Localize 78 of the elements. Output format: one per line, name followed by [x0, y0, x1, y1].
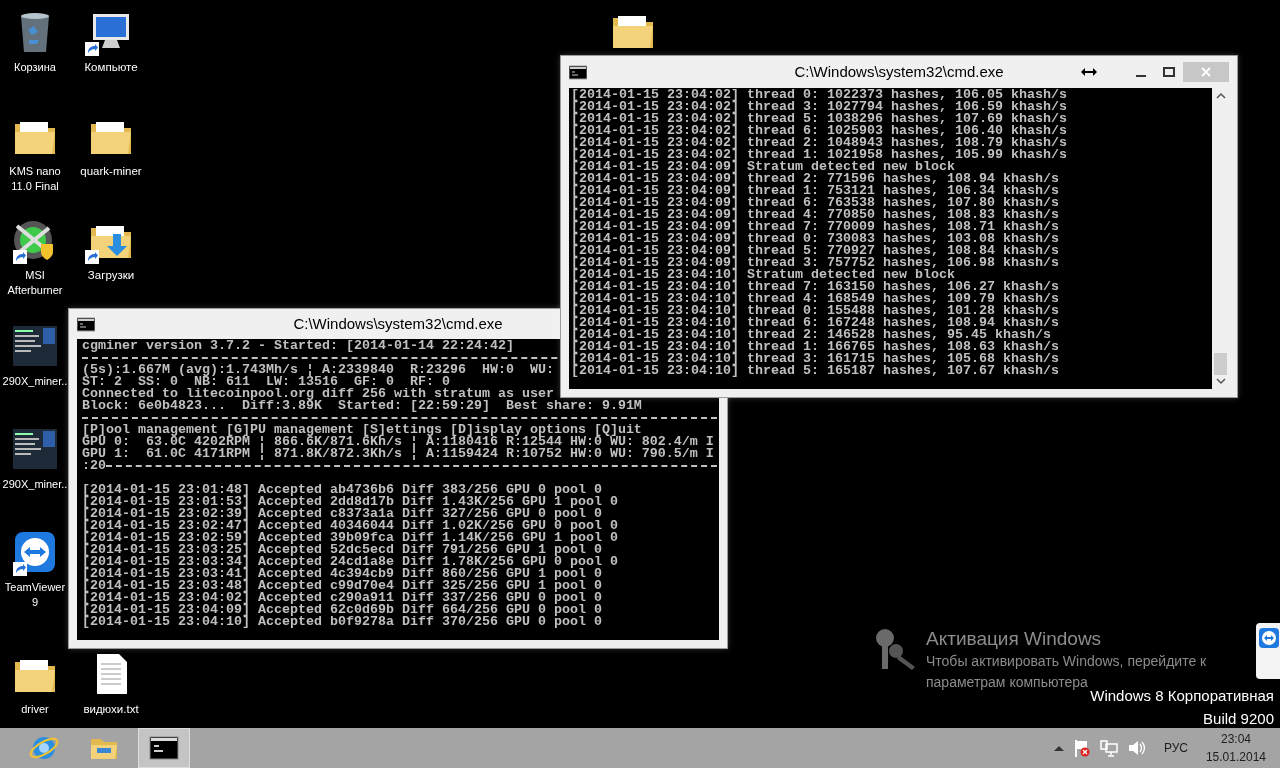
- edition-text: Build 9200: [1203, 709, 1274, 729]
- scroll-up-icon[interactable]: [1215, 92, 1226, 100]
- window-title: C:\Windows\system32\cmd.exe: [794, 62, 1004, 80]
- console-line: [2014-01-15 23:01:48] Accepted ab4736b6 Diff 383/256 GPU 0 pool 0: [82, 484, 602, 496]
- show-hidden-icons-icon[interactable]: [1053, 745, 1064, 751]
- activation-title: Активация Windows: [926, 627, 1103, 651]
- console-line: :20: [82, 460, 106, 472]
- console-line: [2014-01-15 23:04:09] thread 6: 763538 hashes, 107.80 khash/s: [571, 197, 1059, 209]
- console-line: [2014-01-15 23:04:02] thread 5: 1038296 hashes, 107.69 khash/s: [571, 113, 1067, 125]
- desktop-icon-label[interactable]: quark-miner: [80, 164, 142, 179]
- console-line: ST: 2 SS: 0 NB: 611 LW: 13516 GF: 0 RF: 0: [82, 376, 450, 388]
- console-line: [2014-01-15 23:04:10] thread 5: 165187 hashes, 107.67 khash/s: [571, 365, 1059, 377]
- console-line: [P]ool management [G]PU management [S]ettings [D]isplay options [Q]uit: [82, 424, 642, 436]
- console-line: [2014-01-15 23:04:10] Accepted b0f9278a Diff 370/256 GPU 0 pool 0: [82, 616, 602, 628]
- console-line: [2014-01-15 23:04:09] thread 3: 757752 hashes, 106.98 khash/s: [571, 257, 1059, 269]
- language-indicator[interactable]: РУС: [1163, 739, 1188, 757]
- console-line: [2014-01-15 23:04:10] Stratum detected new block: [571, 269, 955, 281]
- console-line: [2014-01-15 23:04:02] thread 0: 1022373 hashes, 106.05 khash/s: [571, 89, 1067, 101]
- console-line: [2014-01-15 23:04:09] thread 4: 770850 hashes, 108.83 khash/s: [571, 209, 1059, 221]
- console-icon: [77, 316, 95, 332]
- console-line: [2014-01-15 23:01:53] Accepted 2dd8d17b Diff 1.43K/256 GPU 1 pool 0: [82, 496, 618, 508]
- console-line: [2014-01-15 23:04:09] Stratum detected new block: [571, 161, 955, 173]
- console-line: [2014-01-15 23:02:39] Accepted c8373a1a Diff 327/256 GPU 0 pool 0: [82, 508, 602, 520]
- console-line: Connected to litecoinpool.org diff 256 with stratum as user: [82, 388, 554, 400]
- console-line: [2014-01-15 23:04:10] thread 2: 146528 hashes, 95.45 khash/s: [571, 329, 1051, 341]
- console-line: [2014-01-15 23:04:10] thread 4: 168549 hashes, 109.79 khash/s: [571, 293, 1059, 305]
- console-line: [2014-01-15 23:04:10] thread 6: 167248 hashes, 108.94 khash/s: [571, 317, 1059, 329]
- console-icon: [569, 64, 587, 80]
- desktop-icon-label[interactable]: MSI Afterburner: [2, 268, 68, 298]
- desktop-icon-label[interactable]: 290X_miner..: [2, 374, 68, 389]
- console-line: (5s):1.667M (avg):1.743Mh/s ¦ A:2339840 R:23296 HW:0 WU:: [82, 364, 554, 376]
- console-line: [2014-01-15 23:04:09] thread 5: 770927 hashes, 108.84 khash/s: [571, 245, 1059, 257]
- maximize-icon: [1163, 67, 1175, 77]
- console-line: [2014-01-15 23:02:59] Accepted 39b09fca Diff 1.14K/256 GPU 1 pool 0: [82, 532, 618, 544]
- console-line: [2014-01-15 23:03:48] Accepted c99d70e4 Diff 325/256 GPU 1 pool 0: [82, 580, 602, 592]
- console-line: Block: 6e0b4823... Diff:3.89K Started: [22:59:29] Best share: 9.91M: [82, 400, 642, 412]
- clock-time[interactable]: 23:04: [1220, 730, 1251, 748]
- console-line: [2014-01-15 23:04:09] thread 0: 730083 hashes, 103.08 khash/s: [571, 233, 1059, 245]
- desktop-icon-label[interactable]: Загрузки: [87, 268, 135, 283]
- console-line: [2014-01-15 23:04:09] thread 7: 770009 hashes, 108.71 khash/s: [571, 221, 1059, 233]
- console-line: [2014-01-15 23:04:09] Accepted 62c0d69b Diff 664/256 GPU 0 pool 0: [82, 604, 602, 616]
- desktop-icon-label[interactable]: Корзина: [14, 60, 56, 75]
- desktop-icon-label[interactable]: driver: [21, 702, 49, 717]
- console-line: [2014-01-15 23:04:10] thread 3: 161715 hashes, 105.68 khash/s: [571, 353, 1059, 365]
- console-line: [2014-01-15 23:04:09] thread 2: 771596 hashes, 108.94 khash/s: [571, 173, 1059, 185]
- double-arrow-app-icon: [1259, 627, 1279, 648]
- desktop-icon-label[interactable]: KMS nano 11.0 Final: [2, 164, 68, 194]
- console-line: GPU 0: 63.0C 4202RPM ¦ 866.6K/871.6Kh/s ¦ A:1180416 R:12544 HW:0 WU: 802.4/m I: [82, 436, 714, 448]
- teamviewer-tab[interactable]: [1256, 623, 1280, 679]
- console-line: [2014-01-15 23:04:02] thread 6: 1025903 hashes, 106.40 khash/s: [571, 125, 1067, 137]
- close-icon: [1201, 67, 1211, 77]
- flag-icon[interactable]: [1073, 739, 1090, 757]
- taskbar-app-button[interactable]: [138, 728, 190, 768]
- desktop-icon-label[interactable]: видюхи.txt: [83, 702, 139, 717]
- desktop-icon-label[interactable]: Компьюте: [84, 60, 138, 75]
- console-line: [2014-01-15 23:04:10] thread 7: 163150 hashes, 106.27 khash/s: [571, 281, 1059, 293]
- minimize-icon: [1136, 75, 1146, 77]
- console-line: [2014-01-15 23:03:41] Accepted 4c394cb9 Diff 860/256 GPU 1 pool 0: [82, 568, 602, 580]
- console-line: [2014-01-15 23:04:10] thread 1: 166765 hashes, 108.63 khash/s: [571, 341, 1059, 353]
- console-line: [2014-01-15 23:04:10] thread 0: 155488 hashes, 101.28 khash/s: [571, 305, 1059, 317]
- console-line: cgminer version 3.7.2 - Started: [2014-01-14 22:24:42]: [82, 340, 514, 352]
- resize-cursor-icon: [1081, 67, 1097, 77]
- console-line: [2014-01-15 23:04:02] thread 1: 1021958 hashes, 105.99 khash/s: [571, 149, 1067, 161]
- window-title: C:\Windows\system32\cmd.exe: [293, 314, 503, 332]
- console-line: [2014-01-15 23:03:25] Accepted 52dc5ecd Diff 791/256 GPU 1 pool 0: [82, 544, 602, 556]
- scroll-down-icon[interactable]: [1215, 377, 1226, 385]
- console-line: [2014-01-15 23:04:02] thread 3: 1027794 hashes, 106.59 khash/s: [571, 101, 1067, 113]
- console-line: GPU 1: 61.0C 4171RPM ¦ 871.8K/872.3Kh/s ¦ A:1159424 R:10752 HW:0 WU: 790.5/m I: [82, 448, 714, 460]
- console-line: [2014-01-15 23:04:09] thread 1: 753121 hashes, 106.34 khash/s: [571, 185, 1059, 197]
- desktop-icon-label[interactable]: 290X_miner..: [2, 477, 68, 492]
- desktop-icon-label[interactable]: TeamViewer 9: [2, 580, 68, 610]
- console-icon: [149, 733, 179, 763]
- console-line: [2014-01-15 23:04:02] Accepted c290a911 Diff 337/256 GPU 0 pool 0: [82, 592, 602, 604]
- clock-date[interactable]: 15.01.2014: [1205, 748, 1266, 766]
- scroll-thumb[interactable]: [1214, 353, 1227, 375]
- console-line: [2014-01-15 23:04:02] thread 2: 1048943 hashes, 108.79 khash/s: [571, 137, 1067, 149]
- console-line: [2014-01-15 23:02:47] Accepted 40346044 Diff 1.02K/256 GPU 0 pool 0: [82, 520, 618, 532]
- console-line: [2014-01-15 23:03:34] Accepted 24cd1a8e Diff 1.78K/256 GPU 0 pool 0: [82, 556, 618, 568]
